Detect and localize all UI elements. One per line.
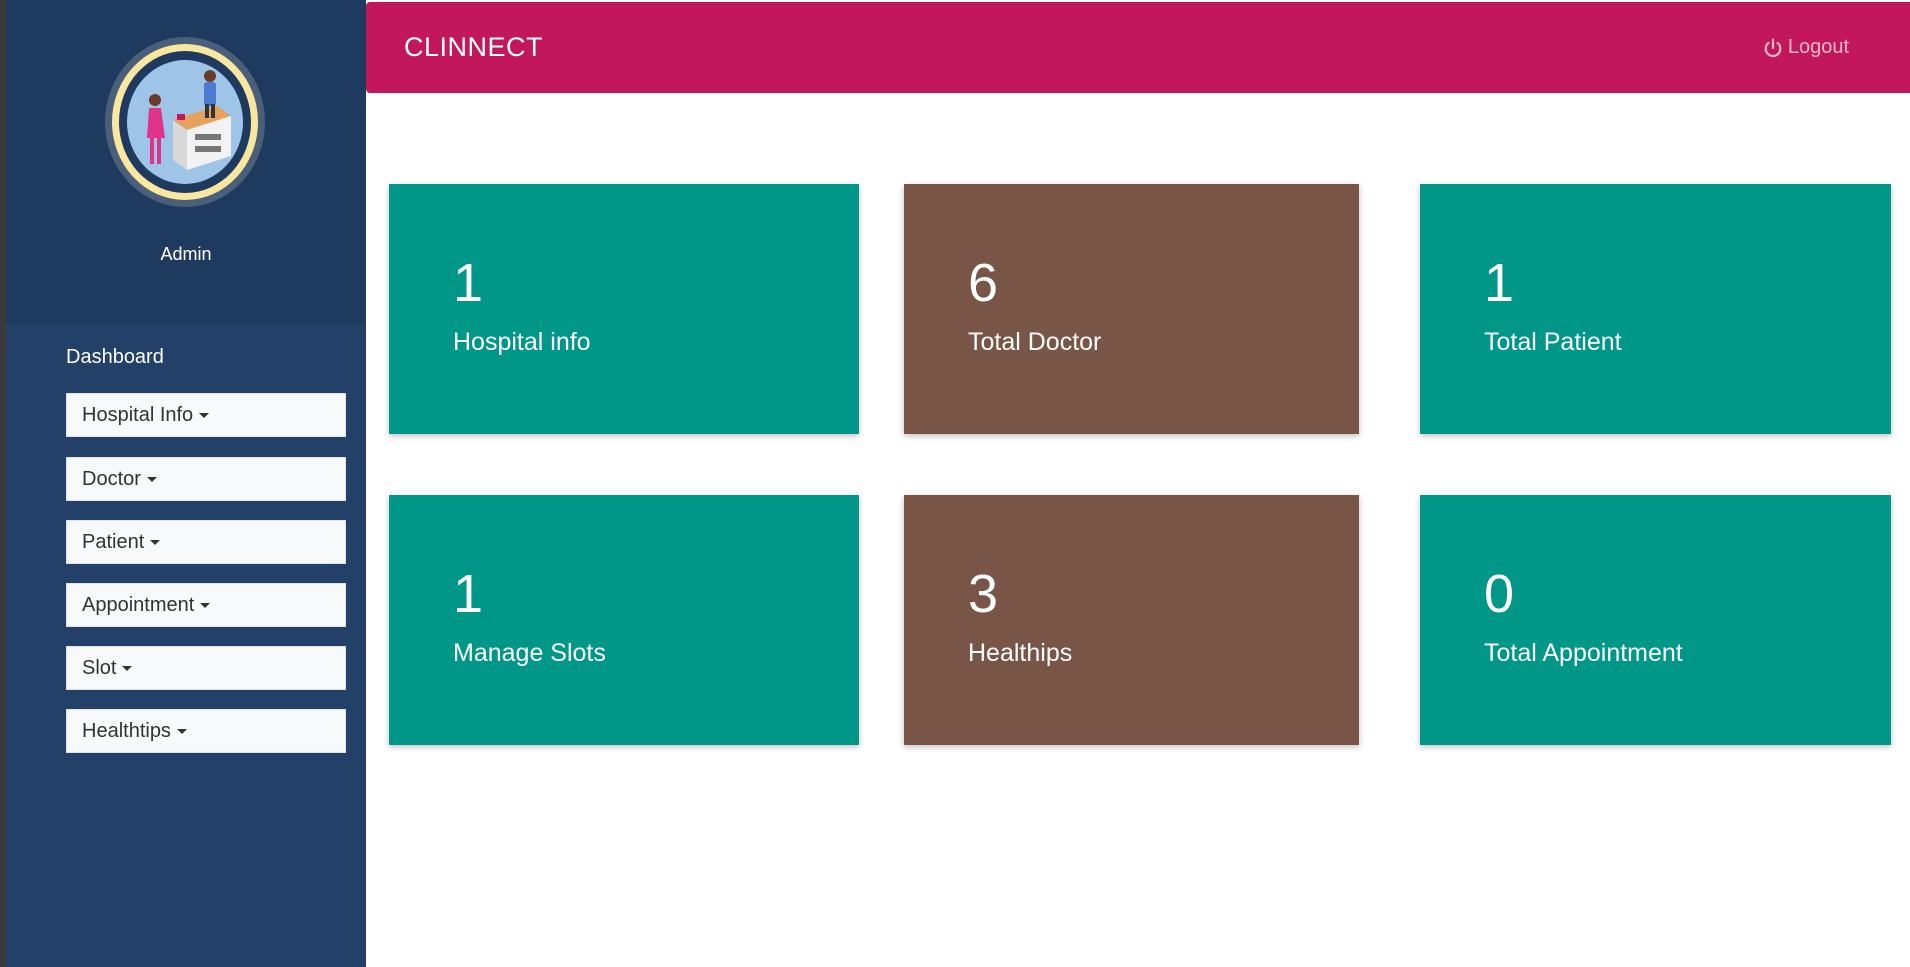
caret-down-icon <box>150 539 161 545</box>
stat-card-manage-slots[interactable]: 1 Manage Slots <box>389 495 859 745</box>
stat-label: Total Appointment <box>1484 639 1683 667</box>
caret-down-icon <box>146 476 157 482</box>
stat-value: 3 <box>968 564 999 624</box>
hospital-info-label: Hospital Info <box>82 403 194 426</box>
caret-down-icon <box>200 602 211 608</box>
healthtips-label: Healthtips <box>82 719 171 742</box>
sidebar: Admin Dashboard Hospital Info Doctor Pat… <box>0 0 366 967</box>
admin-name: Admin <box>160 244 212 264</box>
stat-value: 0 <box>1484 564 1515 624</box>
patient-label: Patient <box>82 530 145 553</box>
stat-label: Hospital info <box>453 328 591 356</box>
caret-down-icon <box>199 412 210 418</box>
doctor-dropdown[interactable]: Doctor <box>66 457 346 501</box>
caret-down-icon <box>122 665 133 671</box>
stat-label: Manage Slots <box>453 639 606 667</box>
stat-value: 1 <box>1484 253 1515 313</box>
stat-card-hospital-info[interactable]: 1 Hospital info <box>389 184 859 434</box>
stat-value: 1 <box>453 253 484 313</box>
slot-dropdown[interactable]: Slot <box>66 646 346 690</box>
stat-value: 1 <box>453 564 484 624</box>
stat-label: Healthips <box>968 639 1073 667</box>
top-navbar: CLINNECT Logout <box>366 2 1910 93</box>
stat-card-total-appointment[interactable]: 0 Total Appointment <box>1420 495 1891 745</box>
reception-illustration <box>127 60 243 184</box>
logout-label: Logout <box>1787 36 1849 58</box>
sidebar-profile: Admin <box>6 0 366 324</box>
power-icon <box>1764 38 1782 57</box>
doctor-label: Doctor <box>82 467 141 490</box>
stat-card-healthips[interactable]: 3 Healthips <box>904 495 1359 745</box>
stat-card-total-doctor[interactable]: 6 Total Doctor <box>904 184 1359 434</box>
hospital-info-dropdown[interactable]: Hospital Info <box>66 393 346 437</box>
app-root: Admin Dashboard Hospital Info Doctor Pat… <box>0 0 1910 967</box>
dashboard-link[interactable]: Dashboard <box>66 346 164 369</box>
patient-dropdown[interactable]: Patient <box>66 520 346 564</box>
healthtips-dropdown[interactable]: Healthtips <box>66 709 346 753</box>
logout-button[interactable]: Logout <box>1762 36 1849 59</box>
stat-label: Total Doctor <box>968 328 1102 356</box>
avatar <box>105 37 265 207</box>
brand-title[interactable]: CLINNECT <box>404 32 543 63</box>
caret-down-icon <box>176 728 187 734</box>
stat-label: Total Patient <box>1484 328 1622 356</box>
appointment-label: Appointment <box>82 593 195 616</box>
stat-value: 6 <box>968 253 999 313</box>
slot-label: Slot <box>82 656 117 679</box>
stat-card-total-patient[interactable]: 1 Total Patient <box>1420 184 1891 434</box>
appointment-dropdown[interactable]: Appointment <box>66 583 346 627</box>
